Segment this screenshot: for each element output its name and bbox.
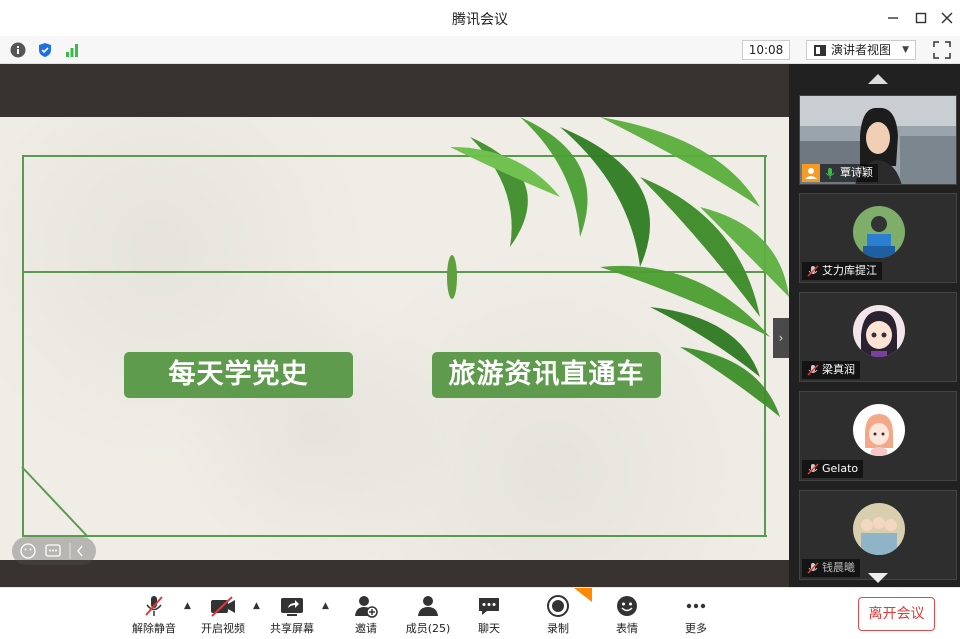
close-button[interactable] xyxy=(934,6,960,30)
participant-name: 梁真润 xyxy=(802,361,860,379)
slide-button-party-history: 每天学党史 xyxy=(124,352,353,398)
security-shield-icon[interactable] xyxy=(36,41,54,59)
meeting-timer: 10:08 xyxy=(742,40,790,60)
record-icon xyxy=(547,595,569,617)
chat-button[interactable]: 聊天 xyxy=(459,594,519,636)
more-button[interactable]: 更多 xyxy=(666,594,726,636)
chevron-down-icon: ▼ xyxy=(902,45,909,55)
view-mode-label: 演讲者视图 xyxy=(831,43,892,57)
comment-icon xyxy=(45,544,61,557)
shared-screen: 每天学党史 旅游资讯直通车 › xyxy=(0,64,789,587)
chevron-right-icon: › xyxy=(778,331,784,345)
view-mode-dropdown[interactable]: 演讲者视图 ▼ xyxy=(806,40,916,60)
share-screen-button[interactable]: 共享屏幕 xyxy=(262,594,322,636)
avatar xyxy=(853,206,905,258)
network-signal-icon[interactable] xyxy=(63,41,81,59)
participant-tile[interactable]: 钱晨曦 xyxy=(799,490,957,580)
bottom-control-bar: 解除静音 ▲ 开启视频 ▲ 共享屏幕 ▲ 邀请 成员(25) 聊天 录制 表情 … xyxy=(0,587,960,639)
muted-microphone-icon xyxy=(807,265,819,277)
participant-name: 钱晨曦 xyxy=(802,559,860,577)
muted-microphone-icon xyxy=(807,364,819,376)
fullscreen-button[interactable] xyxy=(933,41,951,59)
participant-tile[interactable]: 梁真润 xyxy=(799,292,957,382)
meeting-toolbar: 10:08 演讲者视图 ▼ xyxy=(0,36,960,64)
video-options-caret[interactable]: ▲ xyxy=(253,601,260,611)
meeting-info-icon[interactable] xyxy=(9,41,27,59)
share-screen-icon xyxy=(281,598,303,616)
emoji-icon xyxy=(20,543,36,559)
reactions-button[interactable]: 表情 xyxy=(597,594,657,636)
unmute-button[interactable]: 解除静音 xyxy=(124,594,184,636)
emoji-icon xyxy=(617,596,637,616)
slide-button-travel-news: 旅游资讯直通车 xyxy=(432,352,661,398)
members-button[interactable]: 成员(25) xyxy=(398,594,458,636)
chevron-left-icon xyxy=(77,545,83,557)
muted-microphone-icon xyxy=(807,562,819,574)
participant-name: Gelato xyxy=(802,460,864,478)
participant-tile[interactable]: 覃诗颖 xyxy=(799,95,957,185)
panel-collapse-button[interactable]: › xyxy=(773,318,789,358)
minimize-button[interactable] xyxy=(880,6,906,30)
audio-options-caret[interactable]: ▲ xyxy=(184,601,191,611)
video-off-icon xyxy=(211,596,235,617)
minimize-icon xyxy=(888,17,898,19)
members-icon xyxy=(418,596,438,616)
window-title: 腾讯会议 xyxy=(452,12,508,28)
participant-tile[interactable]: 艾力库提江 xyxy=(799,193,957,283)
host-badge xyxy=(802,164,820,182)
avatar xyxy=(853,503,905,555)
share-options-caret[interactable]: ▲ xyxy=(322,601,329,611)
invite-button[interactable]: 邀请 xyxy=(336,594,396,636)
more-icon xyxy=(686,603,706,609)
participant-name: 艾力库提江 xyxy=(802,262,882,280)
participant-tile[interactable]: Gelato xyxy=(799,391,957,481)
leave-meeting-button[interactable]: 离开会议 xyxy=(858,597,935,631)
start-video-button[interactable]: 开启视频 xyxy=(193,594,253,636)
layout-icon xyxy=(814,45,826,56)
avatar xyxy=(853,305,905,357)
maximize-button[interactable] xyxy=(908,6,934,30)
chat-icon xyxy=(479,598,499,615)
maximize-icon xyxy=(915,12,927,24)
participant-name: 覃诗颖 xyxy=(820,164,878,182)
avatar xyxy=(853,404,905,456)
muted-microphone-icon xyxy=(145,596,163,616)
participant-panel: 覃诗颖 艾力库提江 梁真润 Gelato 钱晨曦 xyxy=(789,64,960,587)
title-bar: 腾讯会议 xyxy=(0,0,960,36)
close-icon xyxy=(941,12,953,24)
muted-microphone-icon xyxy=(807,463,819,475)
user-icon xyxy=(805,168,817,179)
record-button[interactable]: 录制 xyxy=(528,594,588,636)
annotation-controls xyxy=(12,537,96,565)
slide-decoration xyxy=(21,117,789,538)
microphone-icon xyxy=(825,168,835,179)
scroll-up-icon[interactable] xyxy=(868,74,888,84)
fullscreen-icon xyxy=(933,41,951,59)
add-user-icon xyxy=(355,596,378,618)
scroll-down-icon[interactable] xyxy=(868,573,888,583)
presentation-slide: 每天学党史 旅游资讯直通车 xyxy=(0,117,789,560)
